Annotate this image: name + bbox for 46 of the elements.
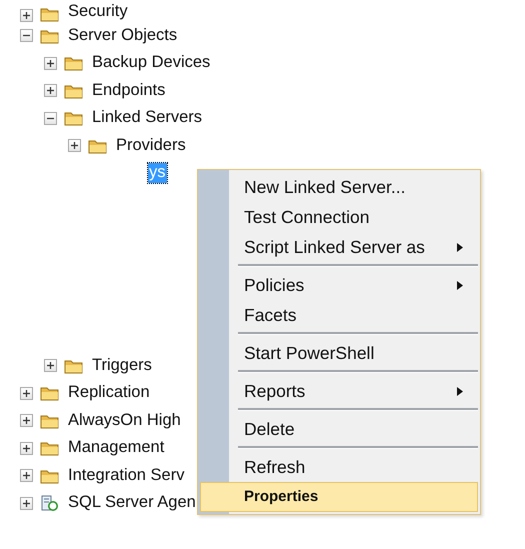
folder-icon bbox=[40, 412, 59, 429]
menu-item[interactable]: Script Linked Server as bbox=[198, 232, 478, 262]
tree-item[interactable]: Security bbox=[67, 2, 129, 22]
folder-icon bbox=[40, 385, 59, 402]
agent-icon bbox=[40, 495, 59, 512]
tree-item[interactable]: Replication bbox=[67, 383, 151, 404]
tree-item[interactable]: AlwaysOn High bbox=[67, 410, 182, 431]
menu-item[interactable]: Policies bbox=[198, 270, 478, 300]
tree-item[interactable]: Integration Serv bbox=[67, 466, 186, 486]
tree-item[interactable]: Providers bbox=[115, 136, 187, 156]
tree-item[interactable]: Backup Devices bbox=[91, 53, 212, 74]
tree-item[interactable]: SQL Server Agen bbox=[67, 493, 197, 514]
expand-icon[interactable] bbox=[20, 469, 33, 482]
folder-icon bbox=[64, 358, 83, 374]
tree-item[interactable]: Management bbox=[67, 438, 166, 458]
expand-icon[interactable] bbox=[20, 442, 33, 455]
folder-icon bbox=[64, 110, 83, 126]
menu-item[interactable]: Test Connection bbox=[198, 202, 478, 232]
menu-item[interactable]: Facets bbox=[198, 300, 478, 330]
expand-icon[interactable] bbox=[44, 84, 57, 98]
menu-item[interactable]: Start PowerShell bbox=[198, 338, 478, 368]
expand-icon[interactable] bbox=[44, 56, 57, 70]
tree-item[interactable]: Triggers bbox=[91, 356, 153, 376]
collapse-icon[interactable] bbox=[44, 112, 57, 125]
expand-icon[interactable] bbox=[20, 496, 33, 510]
expand-icon[interactable] bbox=[20, 9, 33, 22]
expand-icon[interactable] bbox=[20, 414, 33, 428]
collapse-icon[interactable] bbox=[20, 29, 33, 42]
folder-icon bbox=[40, 440, 59, 456]
expand-icon[interactable] bbox=[20, 386, 33, 400]
tree-item[interactable]: Server Objects bbox=[67, 26, 178, 46]
expand-icon[interactable] bbox=[68, 139, 81, 152]
menu-item[interactable]: Properties bbox=[200, 482, 478, 512]
expand-icon[interactable] bbox=[44, 359, 57, 372]
folder-icon bbox=[88, 138, 107, 154]
menu-item[interactable]: Refresh bbox=[198, 452, 478, 482]
folder-icon bbox=[64, 82, 83, 99]
folder-icon bbox=[40, 468, 59, 484]
menu-item[interactable]: Reports bbox=[198, 376, 478, 406]
folder-icon bbox=[64, 55, 83, 72]
menu-item[interactable]: Delete bbox=[198, 414, 478, 444]
folder-icon bbox=[40, 28, 59, 44]
tree-item[interactable]: Linked Servers bbox=[91, 108, 204, 128]
menu-item[interactable]: New Linked Server... bbox=[198, 172, 478, 202]
folder-icon bbox=[40, 6, 59, 22]
tree-item[interactable]: Endpoints bbox=[91, 80, 166, 101]
